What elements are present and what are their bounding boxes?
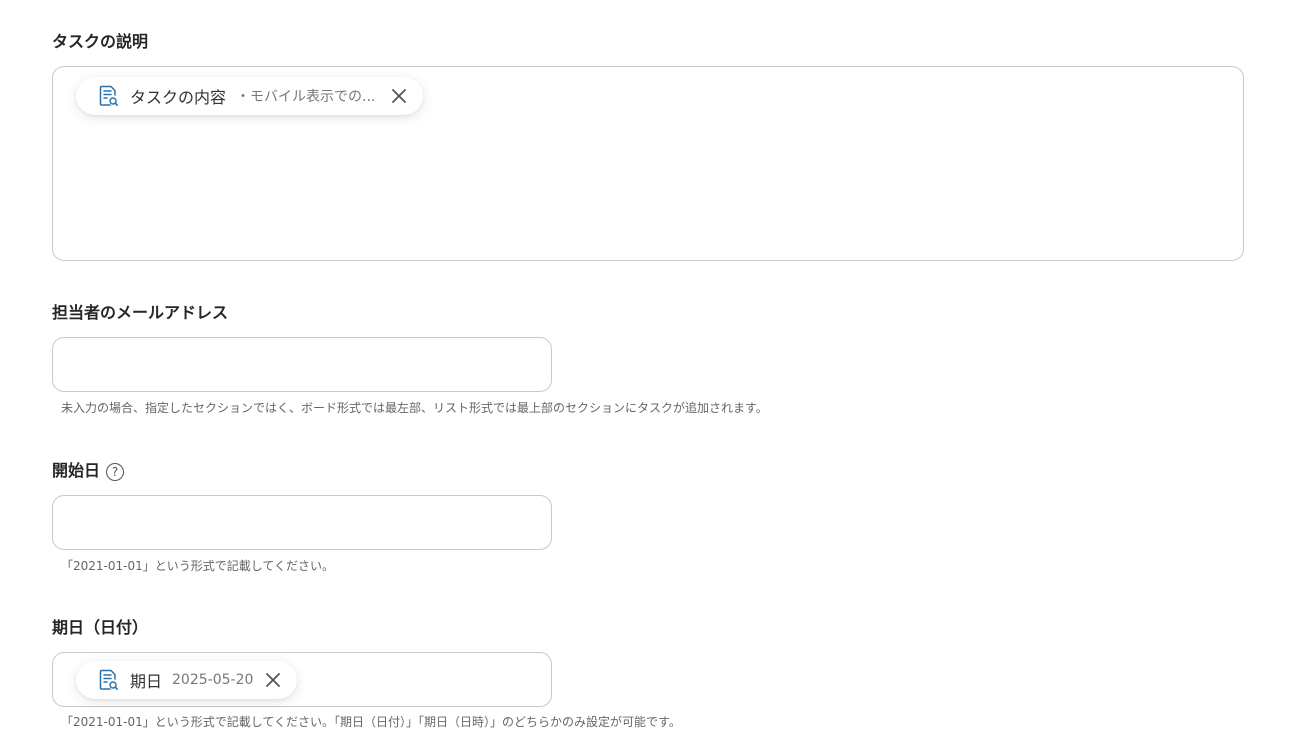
assignee-label: 担当者のメールアドレス: [52, 302, 768, 324]
start-date-hint: 「2021-01-01」という形式で記載してください。: [61, 559, 335, 573]
start-date-input[interactable]: [52, 495, 552, 550]
close-icon[interactable]: [263, 670, 283, 690]
start-date-label-text: 開始日: [52, 461, 101, 480]
due-date-variable-chip[interactable]: 期日 2025-05-20: [76, 661, 298, 699]
due-date-label-text: 期日（日付）: [52, 618, 149, 637]
chip-label: 期日: [130, 672, 163, 691]
chip-value: ・モバイル表示での...: [236, 89, 376, 105]
document-search-icon: [96, 668, 120, 692]
due-date-hint: 「2021-01-01」という形式で記載してください。「期日（日付）」「期日（日…: [61, 715, 681, 729]
description-label: タスクの説明: [52, 31, 1244, 53]
due-date-label: 期日（日付）: [52, 617, 681, 639]
assignee-field: 担当者のメールアドレス 未入力の場合、指定したセクションではく、ボード形式では最…: [52, 302, 768, 416]
chip-label: タスクの内容: [130, 88, 227, 107]
close-icon[interactable]: [389, 86, 409, 106]
due-date-field: 期日（日付） 期日 2025-05-20 「2021-01-01」という形式で記…: [52, 617, 681, 730]
assignee-hint: 未入力の場合、指定したセクションではく、ボード形式では最左部、リスト形式では最上…: [61, 401, 768, 415]
assignee-label-text: 担当者のメールアドレス: [52, 303, 229, 322]
due-date-input[interactable]: 期日 2025-05-20: [52, 652, 552, 707]
assignee-email-input[interactable]: [52, 337, 552, 392]
description-field: タスクの説明 タスクの内容 ・モバイル表示での...: [52, 31, 1244, 261]
description-variable-chip[interactable]: タスクの内容 ・モバイル表示での...: [76, 77, 424, 115]
start-date-field: 開始日 ? 「2021-01-01」という形式で記載してください。: [52, 460, 552, 574]
description-textarea[interactable]: タスクの内容 ・モバイル表示での...: [52, 66, 1244, 261]
help-icon[interactable]: ?: [106, 463, 125, 481]
description-label-text: タスクの説明: [52, 32, 149, 51]
document-search-icon: [96, 84, 120, 108]
chip-value: 2025-05-20: [172, 672, 254, 688]
start-date-label: 開始日 ?: [52, 460, 552, 482]
